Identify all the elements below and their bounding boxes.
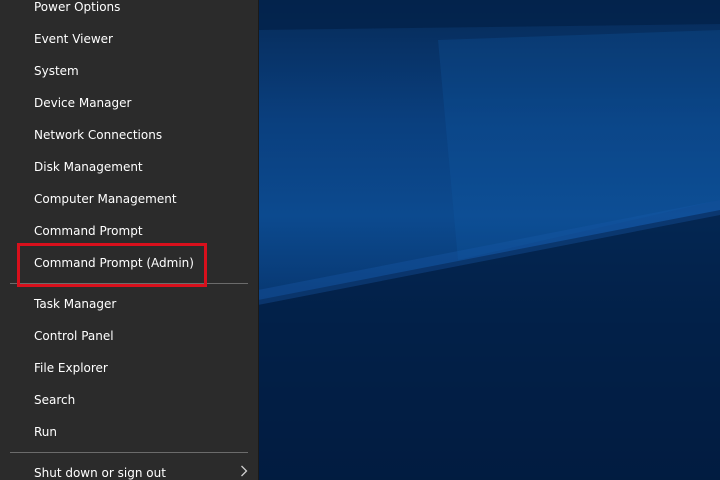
menu-item-system[interactable]: System [0,55,258,87]
desktop-wallpaper-shapes [258,0,720,480]
menu-item-device-manager[interactable]: Device Manager [0,87,258,119]
screen: Power Options Event Viewer System Device… [0,0,720,480]
desktop-background [258,0,720,480]
menu-item-task-manager[interactable]: Task Manager [0,288,258,320]
highlight-annotation-box [17,243,207,287]
winx-context-menu: Power Options Event Viewer System Device… [0,0,259,480]
menu-item-label: Device Manager [34,96,132,110]
menu-item-label: Computer Management [34,192,177,206]
menu-item-label: File Explorer [34,361,108,375]
menu-item-computer-management[interactable]: Computer Management [0,183,258,215]
chevron-right-icon [240,457,248,480]
menu-item-label: Control Panel [34,329,114,343]
menu-item-label: Search [34,393,76,407]
menu-item-run[interactable]: Run [0,416,258,448]
menu-item-label: Event Viewer [34,32,113,46]
menu-item-label: Run [34,425,58,439]
menu-item-label: System [34,64,79,78]
menu-item-file-explorer[interactable]: File Explorer [0,352,258,384]
menu-item-shut-down-or-sign-out[interactable]: Shut down or sign out [0,457,258,480]
menu-item-control-panel[interactable]: Control Panel [0,320,258,352]
menu-item-label: Network Connections [34,128,163,142]
menu-item-search[interactable]: Search [0,384,258,416]
menu-separator [10,452,248,453]
menu-item-power-options[interactable]: Power Options [0,0,258,23]
menu-item-label: Disk Management [34,160,143,174]
menu-item-disk-management[interactable]: Disk Management [0,151,258,183]
menu-item-network-connections[interactable]: Network Connections [0,119,258,151]
menu-item-event-viewer[interactable]: Event Viewer [0,23,258,55]
menu-item-label: Power Options [34,0,121,14]
menu-item-label: Task Manager [34,297,117,311]
menu-item-label: Shut down or sign out [34,466,166,480]
